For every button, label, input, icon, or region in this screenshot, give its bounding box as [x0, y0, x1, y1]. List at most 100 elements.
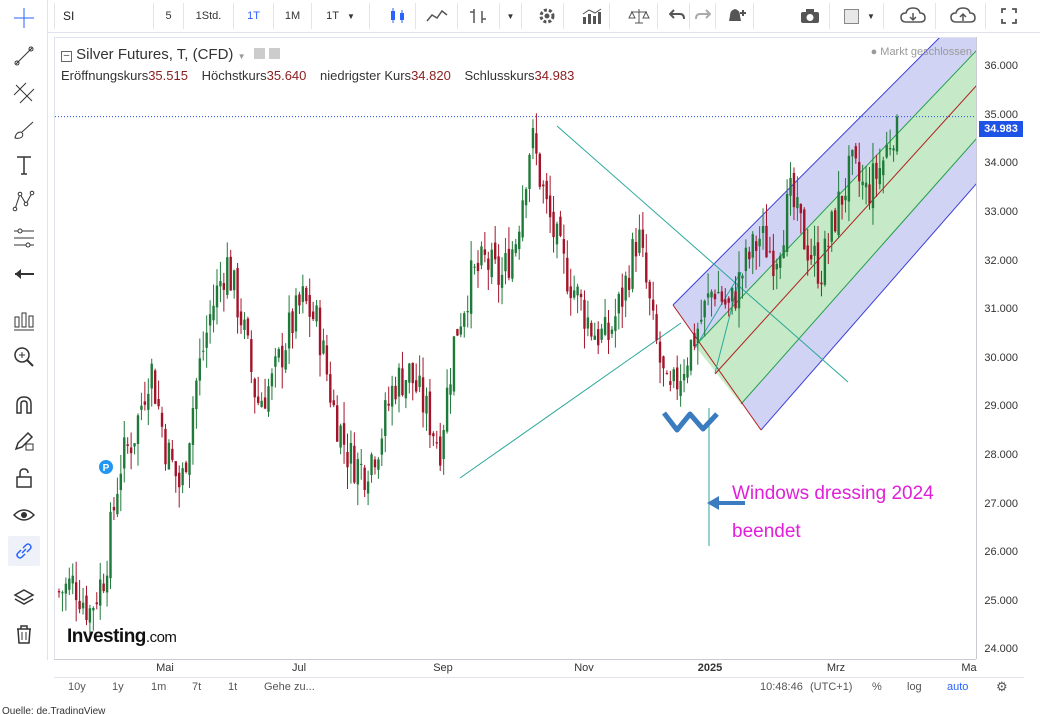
goto-date-button[interactable]: Gehe zu... [264, 681, 315, 693]
eye-icon[interactable] [8, 500, 40, 530]
price-tick: 31.000 [984, 303, 1018, 316]
candle-body [105, 575, 109, 593]
arrow-left-icon[interactable] [8, 259, 40, 289]
candle-body [597, 329, 600, 346]
candle-body [394, 385, 397, 400]
ohlc-readout: Eröffnungskurs35.515 Höchstkurs35.640 ni… [61, 68, 584, 83]
channel-tool-icon[interactable] [8, 78, 40, 108]
interval-dropdown[interactable]: 1T ▼ [312, 3, 370, 29]
trash-icon[interactable] [8, 619, 40, 649]
range-7t-button[interactable]: 7t [192, 681, 201, 693]
candle-body [607, 322, 610, 340]
indicator-line-icon[interactable] [416, 3, 458, 29]
candle-body [250, 339, 253, 372]
interval-1h-button[interactable]: 1Std. [184, 3, 234, 29]
time-tick: Nov [574, 662, 594, 674]
fullscreen-icon[interactable] [994, 3, 1024, 29]
collapse-icon[interactable]: – [61, 51, 72, 62]
candle-body [88, 608, 92, 623]
pattern-tool-icon[interactable] [8, 186, 40, 216]
redo-icon[interactable] [690, 3, 716, 29]
price-tick: 35.000 [984, 108, 1018, 121]
close-label: Schlusskurs [464, 68, 535, 83]
candle-body [442, 430, 445, 460]
indicators-icon[interactable] [574, 3, 610, 29]
cloud-download-icon[interactable] [890, 3, 936, 29]
candle-body [483, 249, 487, 255]
candle-body [693, 333, 696, 347]
candle-body [353, 445, 356, 483]
price-chart[interactable]: P [55, 38, 976, 659]
range-1t-button[interactable]: 1t [228, 681, 237, 693]
candle-body [882, 160, 885, 176]
candle-body [792, 172, 796, 208]
gear-icon[interactable]: ⚙ [996, 679, 1008, 695]
candle-body [497, 256, 500, 285]
candle-body [734, 291, 737, 309]
layers-icon[interactable] [8, 583, 40, 613]
price-tick: 28.000 [984, 448, 1018, 461]
top-toolbar: SI 5 1Std. 1T 1M 1T ▼ ▼ ▼ [0, 0, 1040, 33]
candle-body [507, 248, 511, 278]
annotation-text-line2: beendet [732, 521, 801, 542]
candles-icon[interactable] [380, 3, 416, 29]
symbol-input[interactable]: SI [54, 3, 154, 29]
compare-scale-icon[interactable] [620, 3, 658, 29]
candle-body [614, 316, 617, 331]
low-value: 34.820 [411, 68, 451, 83]
chart-type-chevron-icon[interactable]: ▼ [500, 3, 522, 29]
brand-name: Investing [67, 626, 146, 647]
magnet-icon[interactable] [8, 390, 40, 420]
pencil-lock-icon[interactable] [8, 426, 40, 456]
candle-body [463, 313, 466, 327]
price-tick: 30.000 [984, 351, 1018, 364]
chart-pane[interactable]: P – Silver Futures, T, (CFD) ▼ Eröffnung… [54, 37, 976, 659]
candle-body [758, 238, 761, 247]
candle-body [638, 229, 641, 253]
measure-icon[interactable] [8, 305, 40, 335]
candle-body [322, 340, 325, 354]
crosshair-icon[interactable] [8, 3, 40, 33]
range-1m-button[interactable]: 1m [151, 681, 166, 693]
brush-icon[interactable] [8, 115, 40, 145]
undo-icon[interactable] [664, 3, 690, 29]
interval-1d-button[interactable]: 1T [234, 3, 274, 29]
interval-1m-button[interactable]: 1M [274, 3, 312, 29]
range-1y-button[interactable]: 1y [112, 681, 124, 693]
candle-body [281, 345, 284, 368]
candle-body [833, 210, 837, 232]
candle-body [827, 245, 830, 247]
link-icon[interactable] [8, 536, 40, 566]
alert-add-icon[interactable] [720, 3, 754, 29]
fib-tool-icon[interactable] [8, 223, 40, 253]
candle-body [600, 328, 603, 340]
gear-icon[interactable] [530, 3, 564, 29]
candle-body [342, 423, 346, 445]
log-toggle[interactable]: log [907, 681, 922, 693]
chevron-down-icon[interactable]: ▼ [238, 52, 246, 61]
cloud-upload-icon[interactable] [940, 3, 986, 29]
time-axis[interactable]: Mai Jul Sep Nov 2025 Mrz Ma [54, 659, 977, 677]
text-tool-icon[interactable] [8, 150, 40, 180]
settings-mini-icon-2[interactable] [268, 48, 280, 59]
candle-body [260, 400, 263, 407]
lock-icon[interactable] [8, 463, 40, 493]
candle-body [727, 298, 730, 303]
price-tick: 33.000 [984, 205, 1018, 218]
timezone-button[interactable]: (UTC+1) [810, 681, 852, 693]
auto-toggle[interactable]: auto [947, 681, 968, 693]
candle-body [878, 168, 882, 185]
candle-body [253, 378, 256, 398]
color-picker-button[interactable]: ▼ [836, 3, 884, 29]
interval-5-button[interactable]: 5 [154, 3, 184, 29]
candle-body [624, 275, 627, 301]
camera-icon[interactable] [790, 3, 830, 29]
candle-body [518, 231, 521, 250]
trend-line-icon[interactable] [8, 41, 40, 71]
bar-style-icon[interactable] [458, 3, 500, 29]
zoom-in-icon[interactable] [8, 342, 40, 372]
range-10y-button[interactable]: 10y [68, 681, 86, 693]
time-tick: Sep [433, 662, 453, 674]
settings-mini-icon[interactable] [253, 48, 265, 59]
percent-toggle[interactable]: % [872, 681, 882, 693]
